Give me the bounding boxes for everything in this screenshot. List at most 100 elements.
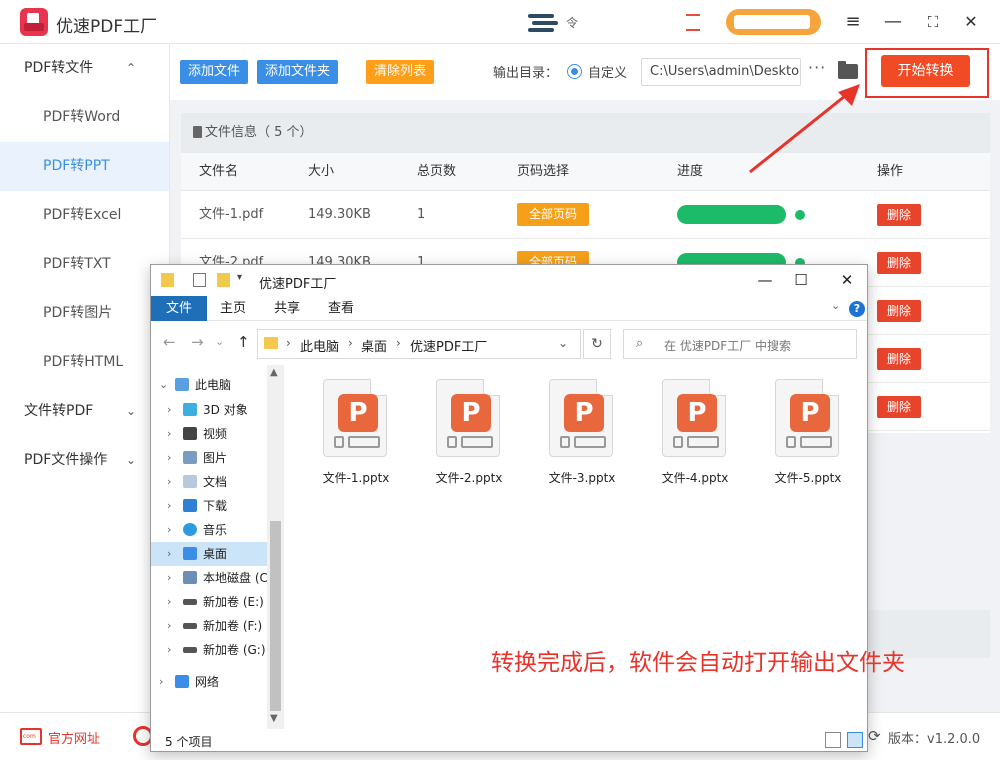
delete-button[interactable]: 删除 [877,252,921,274]
breadcrumb-desktop[interactable]: 桌面 [361,336,387,355]
chevron-right-icon[interactable]: › [159,670,163,694]
file-tile[interactable]: P 文件-5.pptx [753,377,853,489]
tab-file[interactable]: 文件 [151,296,207,321]
explorer-minimize-button[interactable]: — [753,269,777,291]
page-select-button[interactable]: 全部页码 [517,203,589,226]
more-icon[interactable]: ··· [808,58,826,77]
tree-item-desktop[interactable]: › 桌面 [151,542,267,566]
new-folder-icon[interactable] [217,273,230,287]
tree-item-drive-g[interactable]: › 新加卷 (G:) [151,638,267,662]
sidebar-item-pdf-to-ppt[interactable]: PDF转PPT [0,142,169,191]
file-tile[interactable]: P 文件-1.pptx [301,377,401,489]
chevron-right-icon[interactable]: › [167,590,171,614]
large-icons-view-icon[interactable] [847,732,863,748]
tree-item-drive-f[interactable]: › 新加卷 (F:) [151,614,267,638]
chevron-right-icon[interactable]: › [167,422,171,446]
chevron-right-icon[interactable]: › [167,566,171,590]
sidebar-group-pdf-operations[interactable]: PDF文件操作 ⌄ [0,436,169,485]
tree-item-pictures[interactable]: › 图片 [151,446,267,470]
picture-icon [183,451,197,464]
tab-share[interactable]: 共享 [267,296,307,321]
chevron-right-icon[interactable]: › [167,638,171,662]
ribbon-expand-icon[interactable]: ⌄ [831,299,840,312]
chevron-right-icon[interactable]: › [167,398,171,422]
start-convert-button[interactable]: 开始转换 [881,55,970,87]
tab-home[interactable]: 主页 [213,296,253,321]
refresh-icon[interactable]: ↻ [583,329,611,359]
sidebar-item-pdf-to-html[interactable]: PDF转HTML [0,338,169,387]
delete-button[interactable]: 删除 [877,396,921,418]
pptx-bar [348,436,380,448]
sidebar-group-file-to-pdf[interactable]: 文件转PDF ⌄ [0,387,169,436]
nav-scrollbar[interactable]: ▲ ▼ [267,365,284,729]
col-size: 大小 [308,164,335,179]
chevron-right-icon[interactable]: › [167,518,171,542]
sidebar-item-pdf-to-image[interactable]: PDF转图片 [0,289,169,338]
menu-icon[interactable]: ≡ [840,9,866,35]
add-folder-button[interactable]: 添加文件夹 [257,60,339,84]
tree-item-drive-e[interactable]: › 新加卷 (E:) [151,590,267,614]
pptx-bar [447,436,457,448]
pptx-icon: P [775,379,839,457]
vip-icon[interactable] [686,12,700,32]
file-tile[interactable]: P 文件-2.pptx [414,377,514,489]
help-icon[interactable]: ? [849,301,865,317]
chevron-down-icon[interactable]: ⌄ [159,373,168,397]
recent-dropdown-icon[interactable]: ⌄ [215,335,224,348]
chevron-right-icon[interactable]: › [167,470,171,494]
clear-list-button[interactable]: 清除列表 [366,60,435,84]
explorer-window: ▾ 优速PDF工厂 — ☐ ✕ 文件 主页 共享 查看 ⌄ ? ← → ⌄ ↑ … [150,264,905,752]
add-file-button[interactable]: 添加文件 [180,60,249,84]
up-arrow-icon[interactable]: ↑ [237,333,250,351]
close-button[interactable]: ✕ [958,9,984,35]
file-tile[interactable]: P 文件-3.pptx [527,377,627,489]
file-tile[interactable]: P 文件-4.pptx [640,377,740,489]
search-input[interactable]: ⌕ 在 优速PDF工厂 中搜索 [623,329,857,359]
website-link[interactable]: 官方网址 [48,728,100,747]
address-dropdown-icon[interactable]: ⌄ [558,336,568,350]
quick-access-dropdown-icon[interactable]: ▾ [237,272,242,283]
delete-button[interactable]: 删除 [877,204,921,226]
tree-item-videos[interactable]: › 视频 [151,422,267,446]
account-pill[interactable] [726,9,821,35]
chevron-right-icon[interactable]: › [167,446,171,470]
tab-view[interactable]: 查看 [321,296,361,321]
forward-arrow-icon[interactable]: → [191,333,204,351]
address-bar[interactable]: › 此电脑 › 桌面 › 优速PDF工厂 ⌄ [257,329,581,359]
search-placeholder: 在 优速PDF工厂 中搜索 [664,339,792,353]
breadcrumb-folder[interactable]: 优速PDF工厂 [410,336,487,355]
app-logo-icon [20,8,48,36]
tree-item-this-pc[interactable]: ⌄ 此电脑 [151,373,267,397]
scroll-down-icon[interactable]: ▼ [270,713,278,724]
maximize-button[interactable]: ⛶ [920,9,946,35]
delete-button[interactable]: 删除 [877,348,921,370]
folder-icon[interactable] [838,61,858,79]
sidebar-item-pdf-to-word[interactable]: PDF转Word [0,93,169,142]
chevron-right-icon[interactable]: › [167,494,171,518]
tree-item-network[interactable]: › 网络 [151,670,267,694]
chevron-right-icon[interactable]: › [167,542,171,566]
sidebar-item-pdf-to-txt[interactable]: PDF转TXT [0,240,169,289]
scroll-up-icon[interactable]: ▲ [270,367,278,378]
properties-icon[interactable] [193,273,206,287]
minimize-button[interactable]: — [880,9,906,35]
tree-item-downloads[interactable]: › 下载 [151,494,267,518]
nav-scroll-thumb[interactable] [270,521,281,711]
chevron-right-icon[interactable]: › [167,614,171,638]
pptx-bar [673,436,683,448]
back-arrow-icon[interactable]: ← [163,333,176,351]
details-view-icon[interactable] [825,732,841,748]
tree-item-drive-c[interactable]: › 本地磁盘 (C:) [151,566,277,590]
website-icon[interactable] [20,728,42,745]
sidebar-group-pdf-to-file[interactable]: PDF转文件 ⌃ [0,44,169,93]
tree-label: 新加卷 (E:) [203,595,264,609]
tree-item-music[interactable]: › 音乐 [151,518,267,542]
explorer-maximize-button[interactable]: ☐ [789,269,813,291]
tree-item-3d-objects[interactable]: › 3D 对象 [151,398,267,422]
custom-radio[interactable] [567,64,582,79]
explorer-close-button[interactable]: ✕ [835,269,859,291]
breadcrumb-this-pc[interactable]: 此电脑 [300,336,339,355]
sidebar-item-pdf-to-excel[interactable]: PDF转Excel [0,191,169,240]
delete-button[interactable]: 删除 [877,300,921,322]
tree-item-documents[interactable]: › 文档 [151,470,267,494]
